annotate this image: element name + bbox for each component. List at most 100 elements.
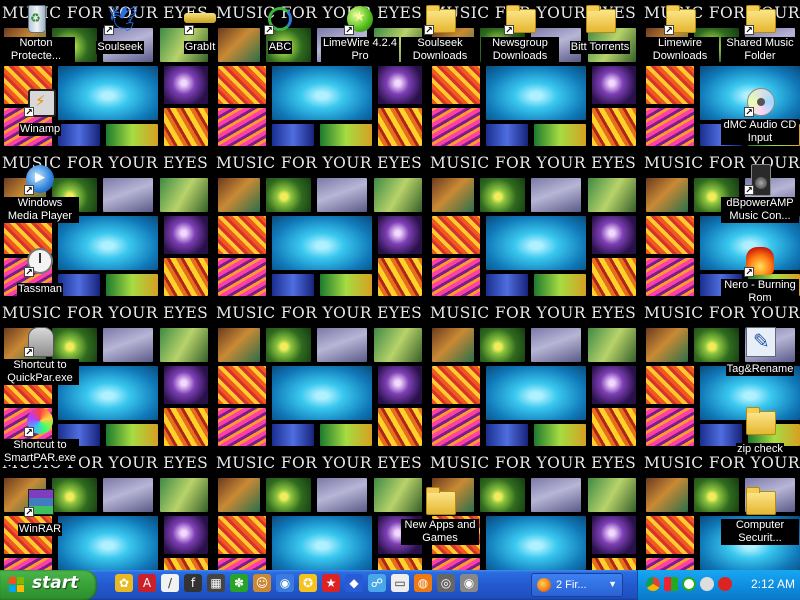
folder-icon: ↗ <box>664 3 696 36</box>
abc-icon: ↗ <box>264 3 296 36</box>
grabit-shortcut[interactable]: ↗ GrabIt <box>161 3 239 54</box>
limewire-shortcut[interactable]: ↗ LimeWire 4.2.4 Pro <box>321 3 399 63</box>
smartpar-shortcut[interactable]: ↗ Shortcut to SmartPAR.exe <box>1 405 79 465</box>
person-icon[interactable]: ☺ <box>253 574 271 592</box>
icon-label: ABC <box>267 41 293 54</box>
tag-rename-shortcut[interactable]: Tag&Rename <box>721 325 799 376</box>
icon-label: Tag&Rename <box>725 363 795 376</box>
target-icon[interactable]: ◎ <box>437 574 455 592</box>
bird-icon: 🕊 ↗ <box>104 5 139 36</box>
wallpaper-caption: MUSIC FOR YOUR EYES <box>430 304 637 322</box>
sunflower-icon[interactable]: ✿ <box>115 574 133 592</box>
icon-label: Tassman <box>16 283 64 296</box>
audio-icon[interactable] <box>700 577 714 591</box>
antivirus-icon[interactable] <box>718 577 732 591</box>
tool-icon[interactable]: f <box>184 574 202 592</box>
wallpaper-art-panel <box>486 366 586 420</box>
norton-protected-recycle-bin-icon[interactable]: Norton Protecte... <box>0 3 75 63</box>
chevron-down-icon: ▼ <box>608 579 617 589</box>
soulseek-shortcut[interactable]: 🕊 ↗ Soulseek <box>81 3 159 54</box>
nero-burning-rom-shortcut[interactable]: ↗ Nero - Burning Rom <box>721 245 799 305</box>
newsgroup-downloads-shortcut[interactable]: ↗ Newsgroup Downloads <box>481 3 559 63</box>
tassman-shortcut[interactable]: ↗ Tassman <box>1 245 79 296</box>
wallpaper-art-panel <box>164 108 208 146</box>
wallpaper-tile: MUSIC FOR YOUR EYES <box>428 152 642 302</box>
icon-label: Windows Media Player <box>1 197 79 223</box>
wallpaper-art-panel <box>218 108 266 146</box>
shield-icon[interactable] <box>682 577 696 591</box>
wallpaper-art-panel <box>480 478 525 512</box>
star-icon[interactable]: ★ <box>322 574 340 592</box>
new-apps-and-games-folder[interactable]: New Apps and Games <box>401 485 479 545</box>
wallpaper-art-panel <box>218 478 260 512</box>
disc-icon[interactable]: ◉ <box>460 574 478 592</box>
wallpaper-art-panel <box>106 274 158 296</box>
network-icon[interactable]: ☍ <box>368 574 386 592</box>
icon-label: dBpowerAMP Music Con... <box>721 197 799 223</box>
wallpaper-art-panel <box>103 178 153 212</box>
quickpar-shortcut[interactable]: ↗ Shortcut to QuickPar.exe <box>1 325 79 385</box>
computer-security-folder[interactable]: Computer Securit... <box>721 485 799 545</box>
desktop[interactable]: MUSIC FOR YOUR EYES MUSIC FOR YOUR EYES MU… <box>0 0 800 570</box>
speaker-icon: ↗ <box>744 163 776 196</box>
wallpaper-art-panel <box>588 478 636 512</box>
clock[interactable]: 2:12 AM <box>751 577 795 591</box>
shared-music-folder-shortcut[interactable]: ↗ Shared Music Folder <box>721 3 799 63</box>
winamp-icon: ↗ <box>24 85 56 118</box>
grid-icon[interactable]: ▦ <box>207 574 225 592</box>
dbpoweramp-shortcut[interactable]: ↗ dBpowerAMP Music Con... <box>721 163 799 223</box>
windows-media-player-shortcut[interactable]: ↗ Windows Media Player <box>1 163 79 223</box>
wallpaper-art-panel <box>646 478 688 512</box>
wallpaper-tile: MUSIC FOR YOUR EYES <box>214 152 428 302</box>
smartpar-icon: ↗ <box>24 405 56 438</box>
firefox-task-button[interactable]: 2 Fir... ▼ <box>531 573 623 597</box>
wallpaper-art-panel <box>588 178 636 212</box>
wallpaper-art-panel <box>266 178 311 212</box>
folder-icon <box>424 485 456 517</box>
notepad-icon[interactable]: / <box>161 574 179 592</box>
wallpaper-art-panel <box>486 274 528 296</box>
winrar-shortcut[interactable]: ↗ WinRAR <box>1 485 79 536</box>
chrome-icon[interactable] <box>646 577 660 591</box>
wallpaper-art-panel <box>218 258 266 296</box>
dmc-audio-cd-input-shortcut[interactable]: ↗ dMC Audio CD Input <box>721 85 799 145</box>
globe-icon[interactable]: ◉ <box>276 574 294 592</box>
wallpaper-art-panel <box>164 516 208 554</box>
wallpaper-caption: MUSIC FOR YOUR EYES <box>430 154 637 172</box>
start-button[interactable]: start <box>0 570 97 600</box>
wallpaper-art-panel <box>480 178 525 212</box>
winamp-shortcut[interactable]: ↗ Winamp <box>1 85 79 136</box>
icon-label: Shortcut to SmartPAR.exe <box>1 439 79 465</box>
wallpaper-art-panel <box>646 558 694 570</box>
wallpaper-tile: MUSIC FOR YOUR EYES <box>214 302 428 452</box>
acrobat-icon[interactable]: A <box>138 574 156 592</box>
diamond-icon[interactable]: ◆ <box>345 574 363 592</box>
wallpaper-art-panel <box>531 478 581 512</box>
wallpaper-art-panel <box>106 424 158 446</box>
wallpaper-art-panel <box>646 66 694 104</box>
firefox-icon[interactable]: ◍ <box>414 574 432 592</box>
wallpaper-art-panel <box>592 108 636 146</box>
icon-label: Shortcut to QuickPar.exe <box>1 359 79 385</box>
wallpaper-art-panel <box>218 178 260 212</box>
abc-shortcut[interactable]: ↗ ABC <box>241 3 319 54</box>
wallpaper-art-panel <box>272 424 314 446</box>
wallpaper-art-panel <box>218 66 266 104</box>
icon-label: Norton Protecte... <box>0 37 75 63</box>
zip-check-folder[interactable]: zip check <box>721 405 799 456</box>
flower-icon[interactable]: ✽ <box>230 574 248 592</box>
wallpaper-art-panel <box>486 516 586 570</box>
icon-label: Soulseek Downloads <box>401 37 479 63</box>
limewire-downloads-shortcut[interactable]: ↗ Limewire Downloads <box>641 3 719 63</box>
soulseek-downloads-shortcut[interactable]: ↗ Soulseek Downloads <box>401 3 479 63</box>
bitt-torrents-folder[interactable]: Bitt Torrents <box>561 3 639 54</box>
colors-icon[interactable] <box>664 577 678 591</box>
badge-icon[interactable]: ✪ <box>299 574 317 592</box>
wallpaper-art-panel <box>164 216 208 254</box>
wallpaper-art-panel <box>378 216 422 254</box>
window-icon[interactable]: ▭ <box>391 574 409 592</box>
wallpaper-art-panel <box>480 328 525 362</box>
wallpaper-art-panel <box>374 178 422 212</box>
icon-label: Computer Securit... <box>721 519 799 545</box>
wallpaper-art-panel <box>160 328 208 362</box>
